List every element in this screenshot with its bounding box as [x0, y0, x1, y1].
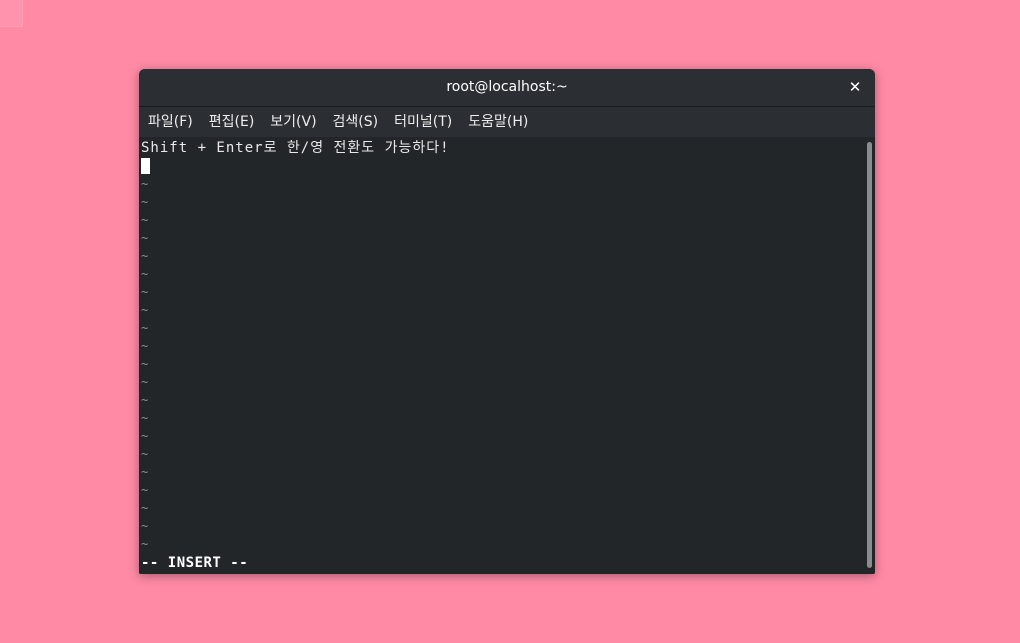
- tilde-line: ~: [141, 375, 149, 389]
- menu-terminal[interactable]: 터미널(T): [388, 107, 458, 137]
- menu-view[interactable]: 보기(V): [264, 107, 322, 137]
- close-button[interactable]: ✕: [847, 79, 863, 95]
- menu-help[interactable]: 도움말(H): [462, 107, 534, 137]
- tilde-line: ~: [141, 465, 149, 479]
- menu-file[interactable]: 파일(F): [142, 107, 199, 137]
- tilde-line: ~: [141, 411, 149, 425]
- tilde-line: ~: [141, 483, 149, 497]
- terminal-area[interactable]: Shift + Enter로 한/영 전환도 가능하다! ~ ~ ~ ~ ~ ~ ~ ~ ~ ~ ~…: [139, 138, 875, 574]
- vim-mode-indicator: -- INSERT --: [141, 555, 249, 571]
- tilde-line: ~: [141, 393, 149, 407]
- text-cursor: [141, 158, 150, 174]
- tilde-line: ~: [141, 501, 149, 515]
- tilde-line: ~: [141, 285, 149, 299]
- tilde-line: ~: [141, 231, 149, 245]
- tilde-line: ~: [141, 339, 149, 353]
- tilde-line: ~: [141, 429, 149, 443]
- scrollbar[interactable]: [867, 142, 872, 568]
- tilde-line: ~: [141, 519, 149, 533]
- tilde-line: ~: [141, 213, 149, 227]
- text-line: Shift + Enter로 한/영 전환도 가능하다!: [141, 140, 450, 156]
- desktop-icon-placeholder: [0, 0, 23, 27]
- tilde-line: ~: [141, 321, 149, 335]
- tilde-line: ~: [141, 303, 149, 317]
- tilde-line: ~: [141, 357, 149, 371]
- window-title: root@localhost:~: [446, 79, 568, 95]
- titlebar[interactable]: root@localhost:~ ✕: [139, 69, 875, 107]
- tilde-line: ~: [141, 447, 149, 461]
- tilde-line: ~: [141, 195, 149, 209]
- menu-search[interactable]: 검색(S): [327, 107, 385, 137]
- tilde-line: ~: [141, 537, 149, 551]
- menubar: 파일(F) 편집(E) 보기(V) 검색(S) 터미널(T) 도움말(H): [139, 107, 875, 137]
- terminal-window: root@localhost:~ ✕ 파일(F) 편집(E) 보기(V) 검색(…: [139, 69, 875, 574]
- menu-edit[interactable]: 편집(E): [203, 107, 261, 137]
- tilde-line: ~: [141, 249, 149, 263]
- tilde-line: ~: [141, 267, 149, 281]
- tilde-line: ~: [141, 177, 149, 191]
